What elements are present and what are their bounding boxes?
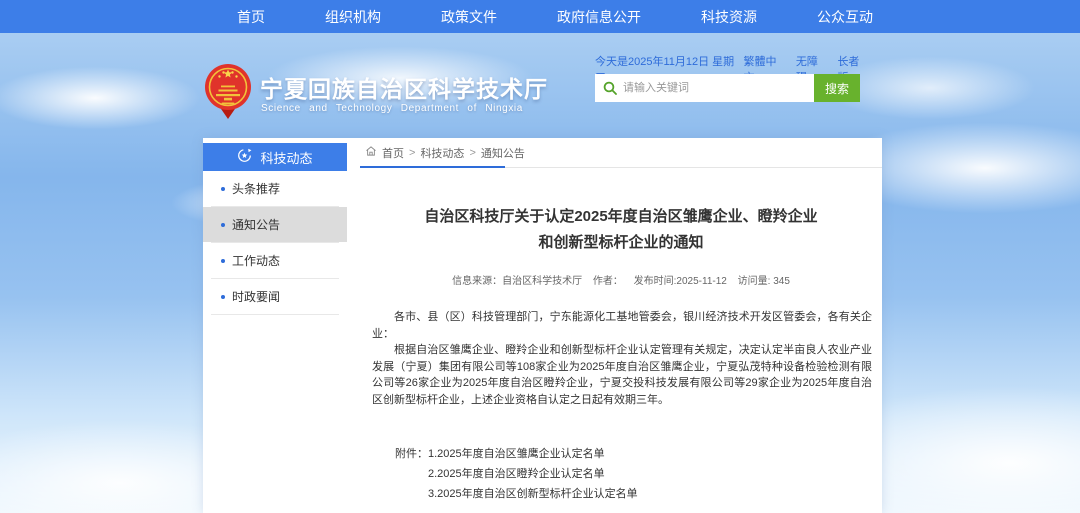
sidebar-item-label: 通知公告: [232, 216, 280, 233]
breadcrumb-separator: >: [469, 147, 475, 159]
bullet-icon: [221, 223, 225, 227]
article-paragraph: 各市、县（区）科技管理部门，宁东能源化工基地管委会，银川经济技术开发区管委会，各…: [372, 309, 872, 342]
bullet-icon: [221, 259, 225, 263]
breadcrumb-separator: >: [409, 147, 415, 159]
attachments-block: 附件： 1.2025年度自治区雏鹰企业认定名单 2.2025年度自治区瞪羚企业认…: [360, 444, 882, 504]
article-title: 自治区科技厅关于认定2025年度自治区雏鹰企业、瞪羚企业 和创新型标杆企业的通知: [360, 204, 882, 256]
home-icon: [365, 145, 377, 160]
china-national-emblem-icon: [203, 61, 253, 124]
attachment-item-2[interactable]: 2.2025年度自治区瞪羚企业认定名单: [428, 464, 638, 484]
breadcrumb: 首页 > 科技动态 > 通知公告: [360, 138, 882, 168]
breadcrumb-category[interactable]: 科技动态: [420, 145, 464, 161]
sidebar: 科技动态 头条推荐 通知公告 工作动态 时政要闻: [203, 143, 347, 315]
sidebar-item-label: 工作动态: [232, 252, 280, 269]
sidebar-item-current-politics[interactable]: 时政要闻: [203, 279, 347, 314]
sidebar-header: 科技动态: [203, 143, 347, 171]
nav-item-gov-info-disclosure[interactable]: 政府信息公开: [557, 7, 641, 27]
article-meta: 信息来源：自治区科学技术厅 作者： 发布时间:2025-11-12 访问量: 3…: [360, 272, 882, 287]
article-title-line2: 和创新型标杆企业的通知: [390, 230, 852, 256]
search-box: [595, 74, 814, 102]
article-title-line1: 自治区科技厅关于认定2025年度自治区雏鹰企业、瞪羚企业: [390, 204, 852, 230]
attachments-list: 1.2025年度自治区雏鹰企业认定名单 2.2025年度自治区瞪羚企业认定名单 …: [428, 444, 638, 504]
divider: [211, 314, 339, 315]
nav-item-organization[interactable]: 组织机构: [325, 7, 381, 27]
nav-item-sci-tech-resources[interactable]: 科技资源: [701, 7, 757, 27]
nav-item-public-interaction[interactable]: 公众互动: [817, 7, 873, 27]
bullet-icon: [221, 295, 225, 299]
sidebar-item-label: 时政要闻: [232, 288, 280, 305]
meta-visits: 访问量: 345: [738, 276, 790, 287]
search-bar: 搜索: [595, 74, 860, 102]
attachment-item-3[interactable]: 3.2025年度自治区创新型标杆企业认定名单: [428, 484, 638, 504]
sidebar-item-work-news[interactable]: 工作动态: [203, 243, 347, 278]
site-title: 宁夏回族自治区科学技术厅: [260, 70, 548, 104]
meta-author: 作者：: [593, 276, 623, 287]
sidebar-item-label: 头条推荐: [232, 180, 280, 197]
page: 首页 组织机构 政策文件 政府信息公开 科技资源 公众互动 宁夏回族自治区科学技…: [0, 0, 1080, 513]
attachments-label: 附件：: [395, 444, 428, 504]
sidebar-title: 科技动态: [260, 148, 312, 167]
meta-publish-date: 发布时间:2025-11-12: [634, 276, 727, 287]
search-button[interactable]: 搜索: [814, 74, 860, 102]
top-nav: 首页 组织机构 政策文件 政府信息公开 科技资源 公众互动: [0, 0, 1080, 33]
search-input[interactable]: [595, 74, 814, 102]
sidebar-item-notices[interactable]: 通知公告: [203, 207, 347, 242]
article-body: 各市、县（区）科技管理部门，宁东能源化工基地管委会，银川经济技术开发区管委会，各…: [360, 309, 882, 408]
content-container: 科技动态 头条推荐 通知公告 工作动态 时政要闻: [203, 138, 882, 513]
breadcrumb-home[interactable]: 首页: [382, 145, 404, 161]
sidebar-item-headlines[interactable]: 头条推荐: [203, 171, 347, 206]
nav-item-home[interactable]: 首页: [237, 7, 265, 27]
nav-item-policy-documents[interactable]: 政策文件: [441, 7, 497, 27]
circular-arrow-star-icon: [237, 148, 252, 166]
search-icon: [603, 81, 617, 100]
bullet-icon: [221, 187, 225, 191]
site-subtitle: Science and Technology Department of Nin…: [261, 103, 523, 114]
breadcrumb-current: 通知公告: [481, 145, 525, 161]
attachment-item-1[interactable]: 1.2025年度自治区雏鹰企业认定名单: [428, 444, 638, 464]
article-paragraph: 根据自治区雏鹰企业、瞪羚企业和创新型标杆企业认定管理有关规定，决定认定半亩良人农…: [372, 342, 872, 408]
meta-source: 信息来源：自治区科学技术厅: [452, 276, 582, 287]
main-content: 首页 > 科技动态 > 通知公告 自治区科技厅关于认定2025年度自治区雏鹰企业…: [360, 138, 882, 504]
